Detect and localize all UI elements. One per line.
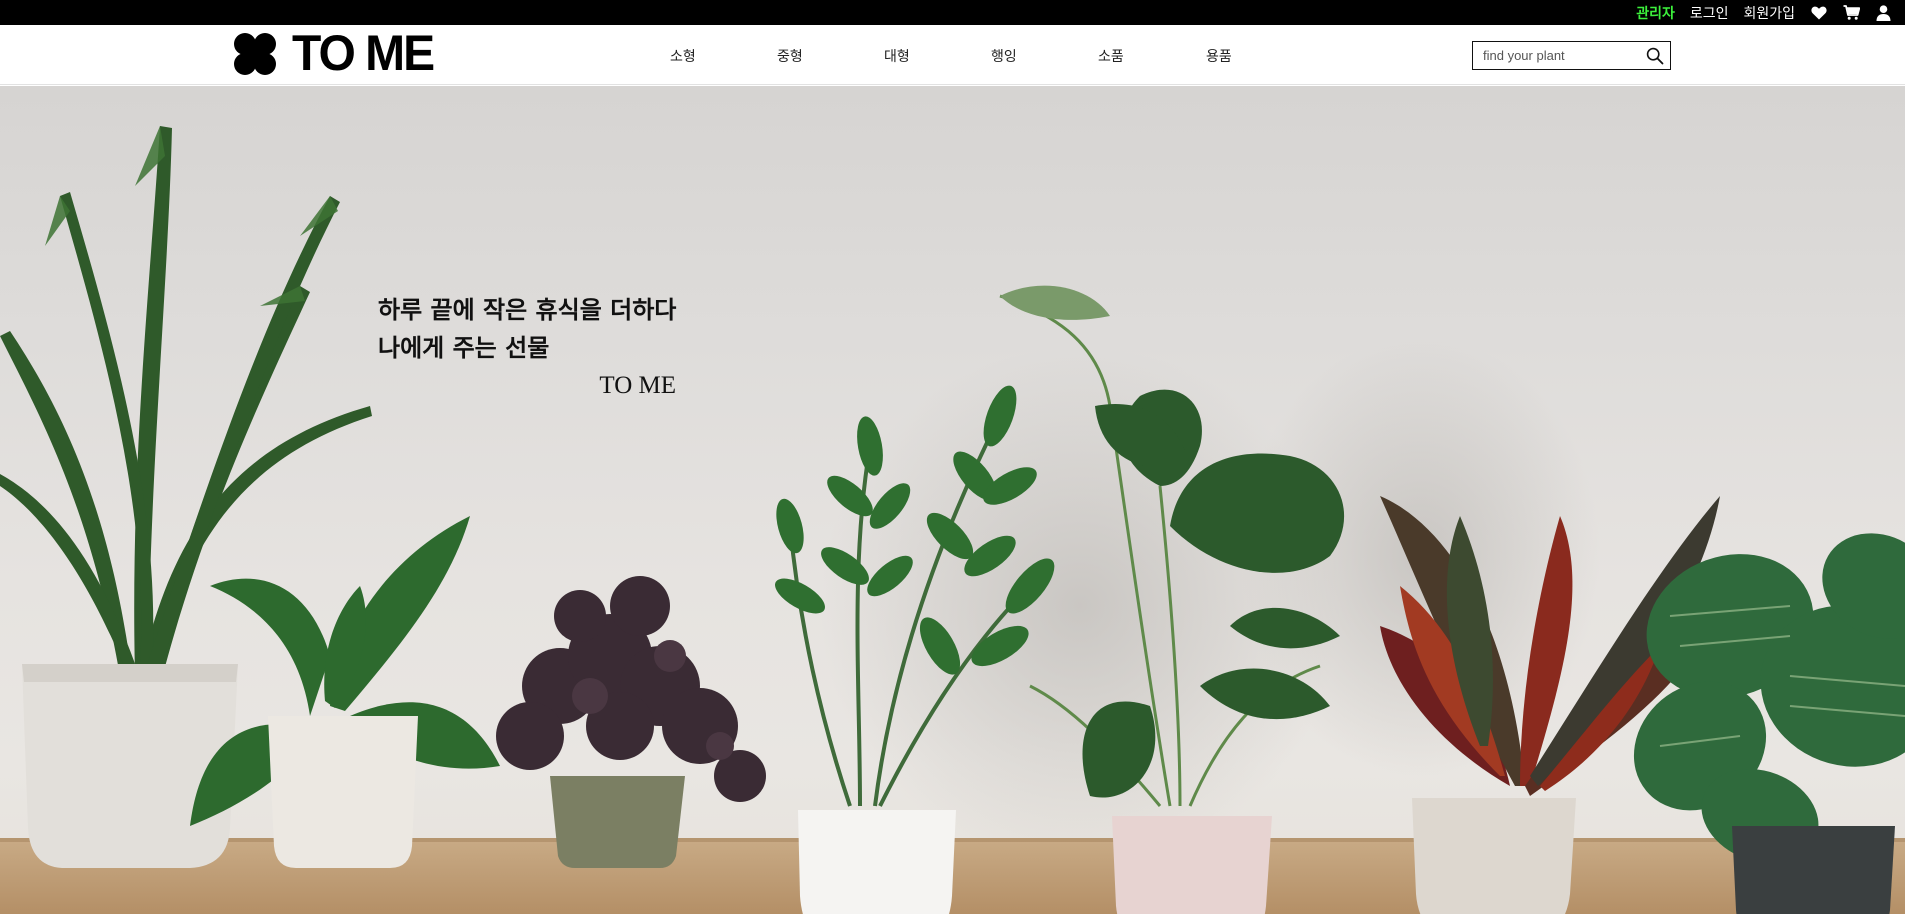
hero-brand: TO ME: [599, 372, 676, 399]
nav-item-supplies[interactable]: 용품: [1206, 46, 1232, 66]
hero-headline: 하루 끝에 작은 휴식을 더하다: [378, 295, 677, 324]
hero-banner: 하루 끝에 작은 휴식을 더하다 나에게 주는 선물 TO ME: [0, 86, 1905, 914]
nav-item-small[interactable]: 소형: [670, 46, 696, 66]
cart-icon[interactable]: [1843, 5, 1860, 20]
nav-item-hanging[interactable]: 행잉: [991, 46, 1017, 66]
hero-subline: 나에게 주는 선물: [378, 333, 550, 362]
top-utility-bar: 관리자 로그인 회원가입: [0, 0, 1905, 25]
nav-item-props[interactable]: 소품: [1098, 46, 1124, 66]
nav-item-large[interactable]: 대형: [884, 46, 910, 66]
login-link[interactable]: 로그인: [1690, 3, 1729, 23]
search-box: [1472, 41, 1671, 70]
topbar-links: 관리자 로그인 회원가입: [1636, 0, 1905, 25]
search-input[interactable]: [1473, 42, 1641, 69]
main-header: TO ME 소형 중형 대형 행잉 소품 용품: [0, 25, 1905, 85]
heart-icon[interactable]: [1811, 6, 1827, 20]
search-icon[interactable]: [1646, 47, 1664, 69]
user-icon[interactable]: [1876, 4, 1891, 21]
hero-plants-image: [0, 126, 1905, 914]
admin-link[interactable]: 관리자: [1636, 3, 1675, 23]
nav-item-medium[interactable]: 중형: [777, 46, 803, 66]
hero-copy: 하루 끝에 작은 휴식을 더하다 나에게 주는 선물 TO ME: [378, 291, 678, 405]
signup-link[interactable]: 회원가입: [1743, 3, 1795, 23]
